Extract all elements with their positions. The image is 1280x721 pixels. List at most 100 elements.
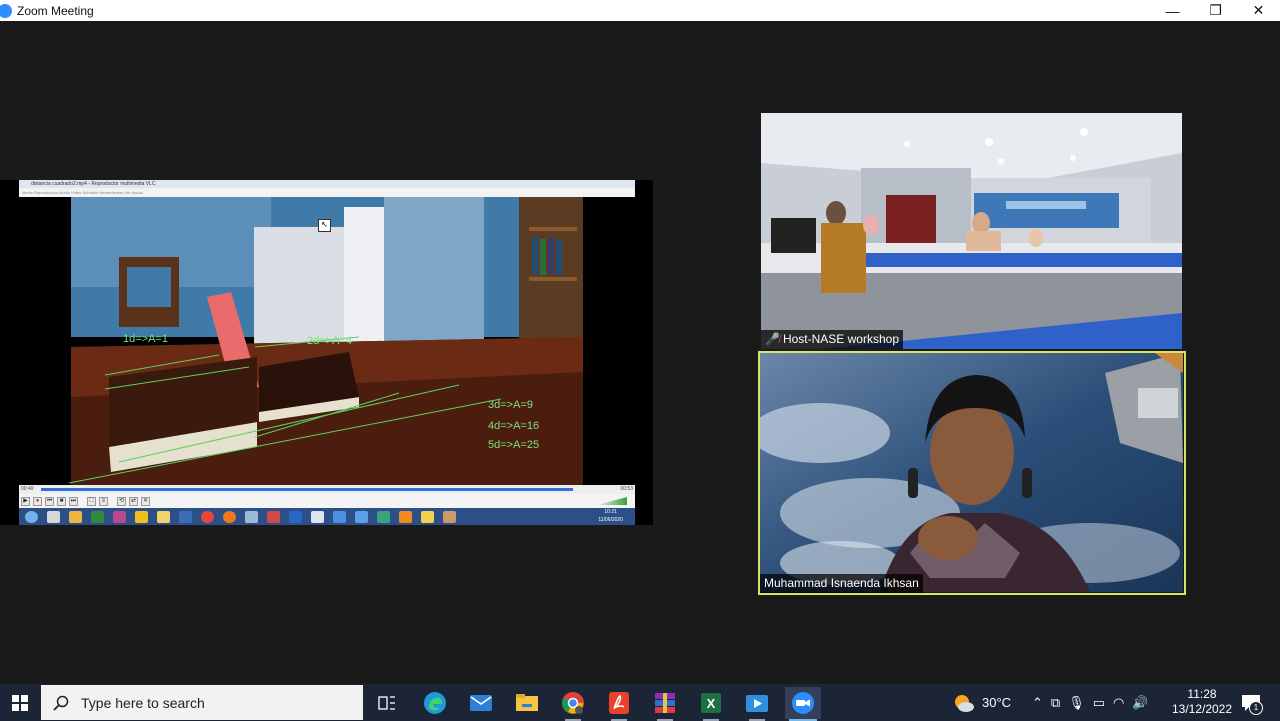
chrome-icon <box>562 692 584 714</box>
search-input[interactable] <box>79 693 343 712</box>
app-icon-10 <box>289 510 302 523</box>
zoom-app-icon <box>0 3 12 18</box>
battery-icon[interactable]: ▭ <box>1093 695 1105 711</box>
shared-taskbar: 10:21 11/06/2020 <box>19 508 635 525</box>
taskbar-app-edge[interactable] <box>417 687 453 719</box>
annotation-2: 2d=>A=4 <box>307 335 352 347</box>
volume-icon[interactable] <box>597 497 627 505</box>
stop-button[interactable]: ■ <box>57 496 66 506</box>
time-elapsed: 00:49 <box>21 486 34 492</box>
restore-button[interactable]: ❐ <box>1194 0 1237 21</box>
edge-icon <box>424 692 446 714</box>
taskbar-app-media[interactable] <box>739 687 775 721</box>
fullscreen-button[interactable]: ⛶ <box>87 496 96 506</box>
host-video <box>761 113 1182 349</box>
microphone-icon[interactable]: 🎙 <box>1068 695 1085 711</box>
app-icon-4 <box>113 510 126 523</box>
window-controls: — ❐ ✕ <box>1151 0 1280 21</box>
speaker-video <box>760 353 1183 592</box>
vlc-controls: ▶ ● ⏮ ■ ⏭ ⛶ ≡ ⟲ ⇄ ✕ <box>19 494 635 508</box>
prev-button[interactable]: ⏮ <box>45 496 54 506</box>
zoom-icon <box>792 692 814 714</box>
clock-time: 11:28 <box>1187 687 1217 701</box>
weather-partly-cloudy-icon <box>955 694 974 712</box>
annotation-4: 4d=>A=16 <box>488 420 540 432</box>
chevron-up-icon[interactable]: ⌃ <box>1032 695 1043 711</box>
weather-widget[interactable]: 30°C <box>953 684 1011 721</box>
windows-taskbar: X 30°C ⌃ ⧉ 🎙 ▭ ◠ 🔊 11:28 13/12/2022 <box>0 684 1280 721</box>
app-icon-3 <box>91 510 104 523</box>
app-icon-15 <box>421 510 434 523</box>
notification-count: 1 <box>1249 701 1263 715</box>
window-title: Zoom Meeting <box>17 3 94 18</box>
shared-screen[interactable]: distancia cuadrado2.mp4 - Reproductor mu… <box>0 180 653 525</box>
wifi-icon[interactable]: ◠ <box>1113 695 1124 711</box>
taskbar-app-chrome[interactable] <box>555 687 591 721</box>
acrobat-icon <box>609 692 629 714</box>
taskbar-app-file-explorer[interactable] <box>509 687 545 719</box>
app-icon-13 <box>355 510 368 523</box>
taskbar-app-acrobat[interactable] <box>601 687 637 721</box>
task-view-icon <box>378 696 395 710</box>
mic-muted-icon: 🎤̸ <box>765 332 780 346</box>
start-orb-icon <box>25 510 38 523</box>
play-button[interactable]: ▶ <box>21 496 30 506</box>
app-icon-14 <box>377 510 390 523</box>
app-icon-1 <box>47 510 60 523</box>
chrome-icon <box>201 510 214 523</box>
task-view-button[interactable] <box>369 687 405 719</box>
random-button[interactable]: ⇄ <box>129 496 138 506</box>
minimize-button[interactable]: — <box>1151 0 1194 21</box>
winrar-icon <box>655 693 675 713</box>
app-icon-2 <box>69 510 82 523</box>
clock-date: 13/12/2022 <box>1171 702 1233 716</box>
participant-name-label: Muhammad Isnaenda Ikhsan <box>760 574 923 593</box>
taskbar-search[interactable] <box>41 685 363 720</box>
taskbar-app-excel[interactable]: X <box>693 687 729 721</box>
extended-button[interactable]: ✕ <box>141 496 150 506</box>
taskbar-app-zoom[interactable] <box>785 687 821 721</box>
vlc-seekbar[interactable]: 00:49 00:53 <box>19 485 635 494</box>
folder-icon <box>516 694 538 711</box>
start-button[interactable] <box>0 684 40 721</box>
seekbar-fill <box>41 488 573 491</box>
taskbar-clock[interactable]: 11:28 13/12/2022 <box>1166 687 1238 717</box>
next-button[interactable]: ⏭ <box>69 496 78 506</box>
app-icon-16 <box>443 510 456 523</box>
title-bar: Zoom Meeting — ❐ ✕ <box>0 0 1280 21</box>
participant-tile-active-speaker[interactable]: Muhammad Isnaenda Ikhsan <box>758 351 1186 595</box>
cursor-icon: ↖ <box>318 219 331 232</box>
video-frame: 1d=>A=1 2d=>A=4 3d=>A=9 4d=>A=16 5d=>A=2… <box>19 197 635 485</box>
svg-text:X: X <box>707 696 716 711</box>
app-icon-7 <box>179 510 192 523</box>
media-player-icon <box>746 695 768 712</box>
vlc-menu: Medio Reproducción Audio Vídeo Subtítulo… <box>19 188 635 197</box>
app-icon-5 <box>135 510 148 523</box>
host-name: Host-NASE workshop <box>782 332 899 346</box>
playlist-button[interactable]: ≡ <box>99 496 108 506</box>
speaker-name: Muhammad Isnaenda Ikhsan <box>764 576 919 590</box>
participant-tile-host[interactable]: 🎤̸ Host-NASE workshop <box>761 113 1182 349</box>
time-total: 00:53 <box>620 486 633 492</box>
volume-icon[interactable]: 🔊 <box>1132 695 1148 711</box>
vlc-icon <box>399 510 412 523</box>
app-icon-8 <box>245 510 258 523</box>
shared-clock-time: 10:21 <box>604 509 617 515</box>
annotation-3: 3d=>A=9 <box>488 399 533 411</box>
vlc-window: distancia cuadrado2.mp4 - Reproductor mu… <box>19 180 635 525</box>
app-icon-9 <box>267 510 280 523</box>
taskbar-app-winrar[interactable] <box>647 687 683 721</box>
meet-now-icon[interactable]: ⧉ <box>1051 695 1060 711</box>
mail-icon <box>470 695 492 711</box>
notification-button[interactable]: 1 <box>1238 690 1264 716</box>
windows-logo-icon <box>12 694 28 711</box>
taskbar-app-mail[interactable] <box>463 687 499 719</box>
app-icon-6 <box>157 510 170 523</box>
annotation-5: 5d=>A=25 <box>488 439 540 451</box>
loop-button[interactable]: ⟲ <box>117 496 126 506</box>
close-button[interactable]: ✕ <box>1237 0 1280 21</box>
system-tray: ⌃ ⧉ 🎙 ▭ ◠ 🔊 <box>1032 684 1149 721</box>
record-button[interactable]: ● <box>33 496 42 506</box>
shared-clock-date: 11/06/2020 <box>598 517 623 523</box>
shared-clock: 10:21 11/06/2020 <box>598 508 623 524</box>
